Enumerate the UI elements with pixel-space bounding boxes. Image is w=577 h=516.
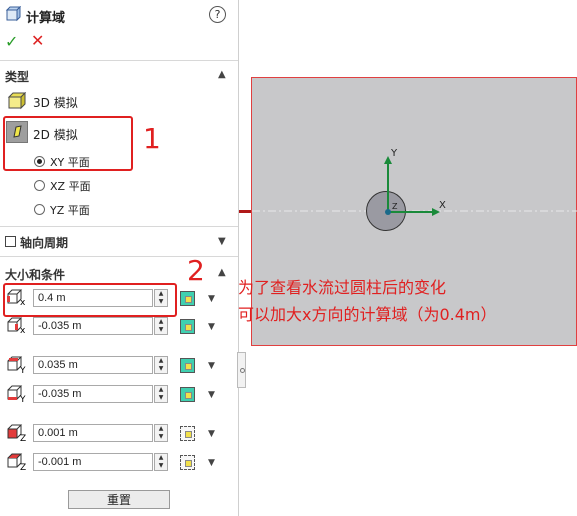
3d-simulation-option[interactable]: 3D 模拟: [33, 94, 78, 111]
annotation-note-line1: 为了查看水流过圆柱后的变化: [238, 278, 447, 297]
boundary-color-button[interactable]: [180, 358, 195, 373]
xmin-input[interactable]: -0.035 m: [33, 317, 153, 335]
chevron-down-icon[interactable]: ▼: [208, 458, 215, 468]
cancel-button[interactable]: ✕: [31, 31, 44, 50]
axis-y-label: Y: [391, 148, 398, 159]
computational-domain-icon: [5, 5, 22, 22]
ymax-spinner[interactable]: ▲ ▼: [154, 356, 168, 374]
ymin-input[interactable]: -0.035 m: [33, 385, 153, 403]
annotation-number-1: 1: [143, 122, 161, 155]
symmetry-boundary-button[interactable]: [180, 455, 195, 470]
divider: [0, 60, 238, 61]
reset-button[interactable]: 重置: [68, 490, 170, 509]
expand-chevron-icon[interactable]: ▼: [218, 236, 226, 247]
chevron-down-icon[interactable]: ▼: [208, 390, 215, 400]
zmax-spinner[interactable]: ▲ ▼: [154, 424, 168, 442]
xmin-spinner[interactable]: ▲ ▼: [154, 317, 168, 335]
chevron-down-icon[interactable]: ▼: [208, 361, 215, 371]
boundary-color-button[interactable]: [180, 291, 195, 306]
3d-simulation-icon[interactable]: [6, 91, 27, 110]
highlight-box-2d: [3, 116, 133, 171]
divider: [0, 226, 238, 227]
annotation-number-2: 2: [187, 254, 205, 287]
zmin-spinner[interactable]: ▲ ▼: [154, 453, 168, 471]
yz-plane-radio[interactable]: [34, 204, 45, 215]
coordinate-axes-triad: [380, 148, 450, 228]
boundary-color-button[interactable]: [180, 319, 195, 334]
axis-x-label: X: [439, 200, 446, 211]
ok-button[interactable]: ✓: [5, 32, 18, 51]
chevron-down-icon[interactable]: ▼: [208, 294, 215, 304]
zmin-input[interactable]: -0.001 m: [33, 453, 153, 471]
help-icon[interactable]: ?: [209, 6, 226, 23]
xz-plane-radio[interactable]: [34, 180, 45, 191]
size-section-title: 大小和条件: [5, 268, 66, 282]
axial-periodic-title: 轴向周期: [20, 236, 69, 250]
axis-subscript: x: [20, 326, 26, 336]
highlight-box-xmax: [3, 283, 177, 317]
axial-periodic-checkbox[interactable]: [5, 236, 16, 247]
chevron-down-icon[interactable]: ▼: [208, 322, 215, 332]
chevron-down-icon[interactable]: ▼: [208, 429, 215, 439]
axis-subscript: Y: [20, 366, 26, 376]
xz-plane-label: XZ 平面: [50, 180, 91, 193]
axis-z-label: Z: [392, 202, 398, 211]
type-section-title: 类型: [5, 70, 30, 84]
axis-subscript: Y: [20, 395, 26, 405]
axis-subscript: Z: [20, 434, 27, 444]
annotation-note-line2: 可以加大x方向的计算域（为0.4m）: [238, 305, 497, 324]
ymax-input[interactable]: 0.035 m: [33, 356, 153, 374]
collapse-chevron-icon[interactable]: ▲: [218, 267, 226, 278]
axis-subscript: Z: [20, 463, 27, 473]
symmetry-boundary-button[interactable]: [180, 426, 195, 441]
panel-title: 计算域: [26, 11, 66, 26]
zmax-input[interactable]: 0.001 m: [33, 424, 153, 442]
yz-plane-label: YZ 平面: [50, 204, 90, 217]
panel-resize-handle[interactable]: [237, 352, 246, 388]
collapse-chevron-icon[interactable]: ▲: [218, 69, 226, 80]
ymin-spinner[interactable]: ▲ ▼: [154, 385, 168, 403]
boundary-color-button[interactable]: [180, 387, 195, 402]
